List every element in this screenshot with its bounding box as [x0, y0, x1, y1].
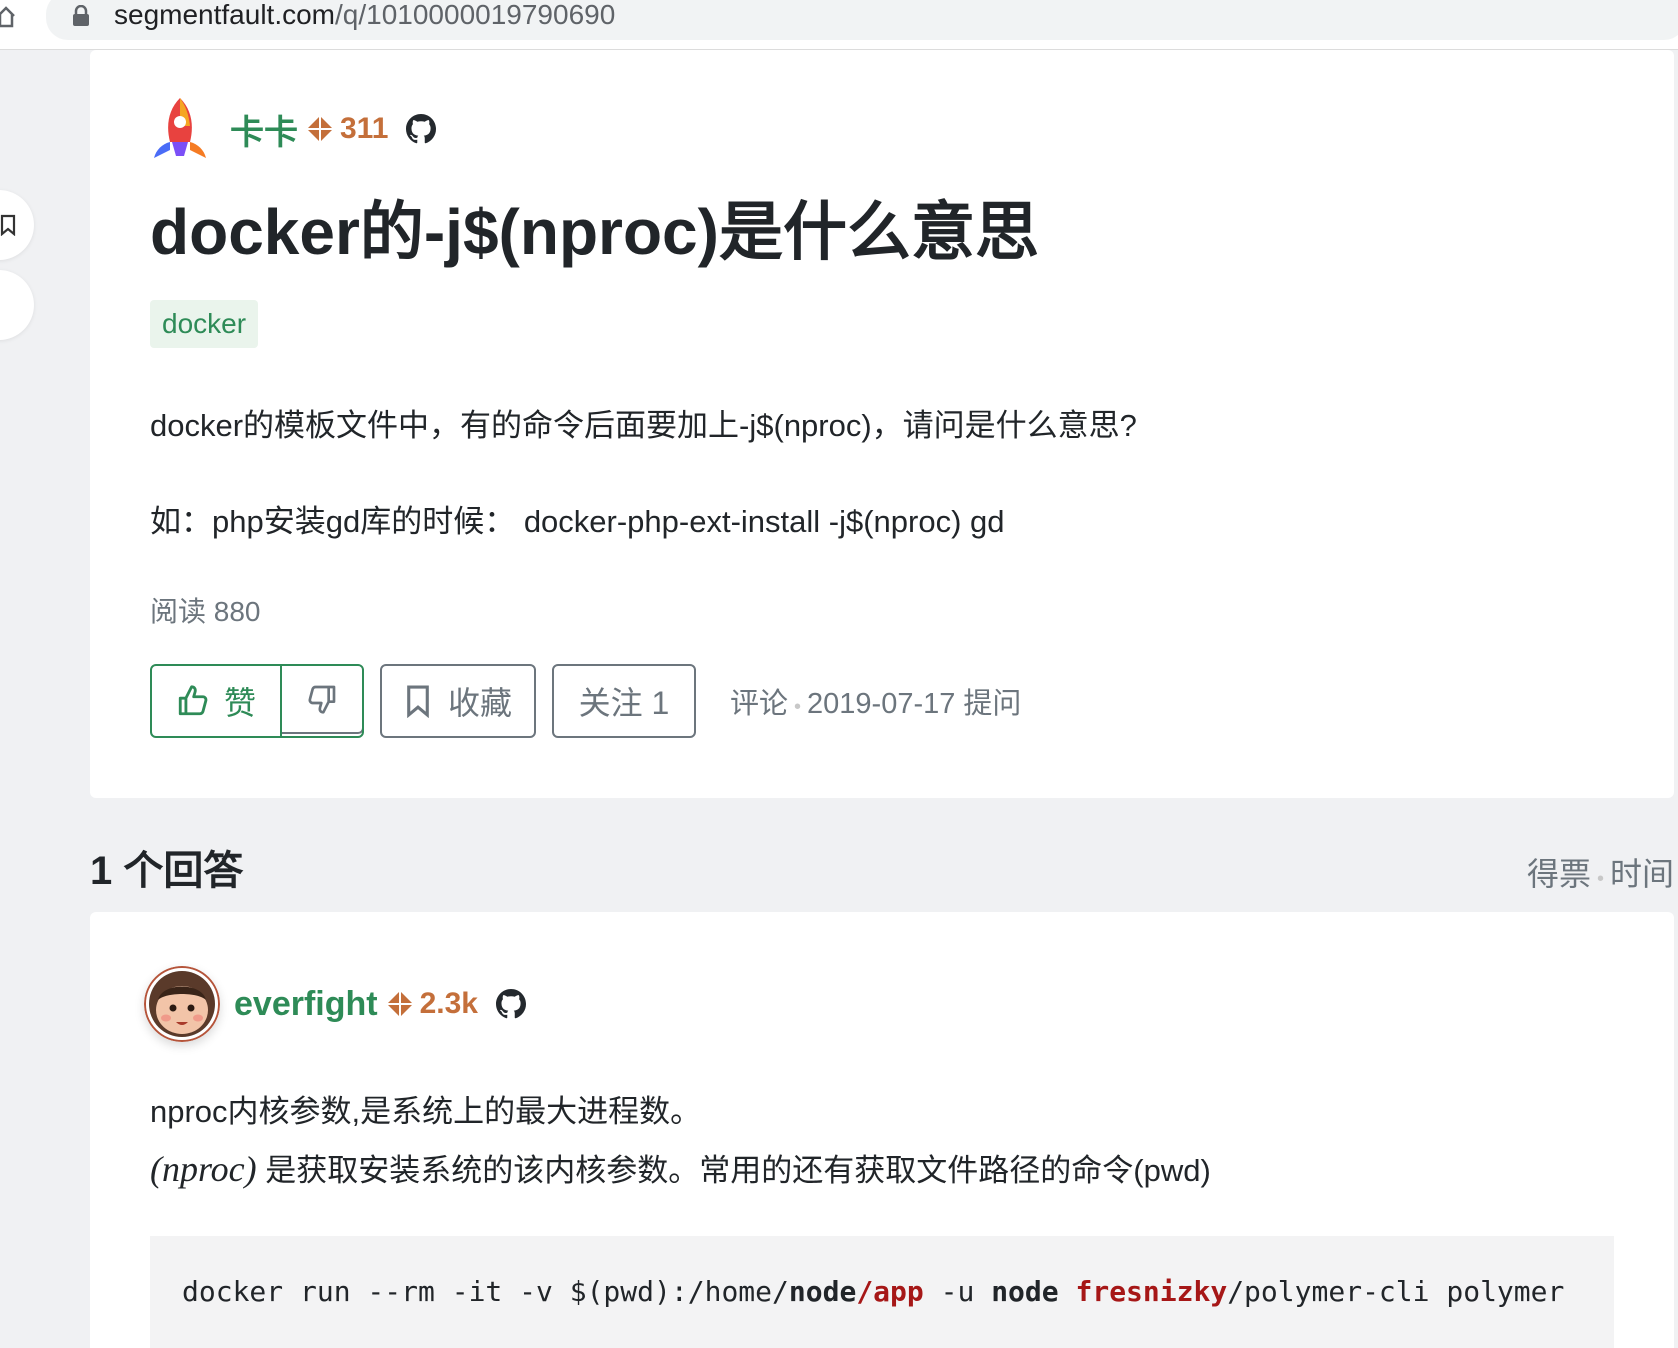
sort-separator: • [1596, 868, 1604, 890]
code-segment: -u [923, 1275, 992, 1308]
read-count: 阅读 880 [150, 596, 261, 627]
like-label: 赞 [223, 685, 256, 721]
answers-count-title: 1 个回答 [90, 849, 244, 893]
url-domain: segmentfault.com [114, 0, 335, 30]
answer-body-line-2: (nproc) 是获取安装系统的该内核参数。常用的还有获取文件路径的命令(pwd… [150, 1146, 1211, 1194]
reputation-icon [307, 116, 333, 142]
code-highlight: /app [856, 1275, 924, 1308]
favorite-label: 收藏 [447, 685, 512, 721]
sort-by-votes[interactable]: 得票 [1527, 856, 1591, 892]
github-icon[interactable] [406, 114, 437, 144]
bookmark-icon [407, 685, 429, 718]
avatar[interactable] [144, 966, 220, 1042]
meta-separator: • [794, 696, 802, 718]
tag-docker[interactable]: docker [150, 300, 259, 348]
question-body-line-1: docker的模板文件中，有的命令后面要加上-j$(nproc)，请问是什么意思… [150, 408, 1137, 443]
answer-author-name[interactable]: everfight [234, 985, 378, 1024]
code-keyword: node [788, 1275, 857, 1308]
thumbs-up-icon [178, 685, 208, 716]
asked-date: 2019-07-17 提问 [807, 688, 1022, 720]
reputation-icon [386, 991, 413, 1017]
vote-group: 赞 [150, 664, 364, 738]
url-path: /q/1010000019790690 [335, 0, 616, 30]
dislike-button[interactable] [282, 666, 362, 734]
github-icon[interactable] [495, 989, 526, 1019]
question-author: 卡卡 311 [150, 96, 437, 162]
code-keyword: node [991, 1275, 1059, 1308]
bookmark-icon [0, 214, 16, 236]
sort-by-time[interactable]: 时间 [1610, 856, 1674, 892]
browser-toolbar: segmentfault.com/q/1010000019790690 [0, 0, 1678, 50]
answer-author: everfight 2.3k [144, 966, 526, 1042]
side-share-button[interactable] [0, 270, 34, 340]
code-line: docker run --rm -it -v $(pwd):/home/node… [182, 1272, 1564, 1312]
like-button[interactable]: 赞 [152, 666, 282, 736]
math-expression: (nproc) [150, 1149, 257, 1189]
author-reputation: 311 [340, 112, 389, 145]
author-name[interactable]: 卡卡 [230, 105, 298, 154]
code-segment: docker run --rm -it -v $(pwd):/home/ [182, 1275, 789, 1308]
code-segment: /polymer-cli polymer [1227, 1275, 1565, 1308]
answer-body-line-1: nproc内核参数,是系统上的最大进程数。 [150, 1094, 702, 1129]
question-title: docker的-j$(nproc)是什么意思 [150, 196, 1039, 268]
rocket-avatar-icon[interactable] [150, 96, 210, 162]
side-bookmark-button[interactable] [0, 190, 34, 260]
lock-icon [73, 5, 89, 26]
code-highlight: fresnizky [1075, 1275, 1228, 1308]
follow-label: 关注 1 [578, 685, 670, 721]
answer-author-reputation: 2.3k [419, 987, 478, 1020]
answer-body-line-2-text: 是获取安装系统的该内核参数。常用的还有获取文件路径的命令(pwd) [256, 1153, 1211, 1188]
question-body-line-2: 如：php安装gd库的时候： docker-php-ext-install -j… [150, 504, 1005, 539]
code-block: docker run --rm -it -v $(pwd):/home/node… [150, 1236, 1614, 1348]
favorite-button[interactable]: 收藏 [380, 664, 536, 738]
follow-button[interactable]: 关注 1 [552, 664, 696, 738]
url-text[interactable]: segmentfault.com/q/1010000019790690 [114, 0, 615, 30]
question-meta: 评论 • 2019-07-17 提问 [730, 684, 1021, 727]
thumbs-down-icon [308, 685, 336, 714]
answer-sort-options: 得票 • 时间 [1527, 852, 1674, 901]
home-icon[interactable] [0, 4, 16, 28]
comment-link[interactable]: 评论 [730, 688, 788, 720]
